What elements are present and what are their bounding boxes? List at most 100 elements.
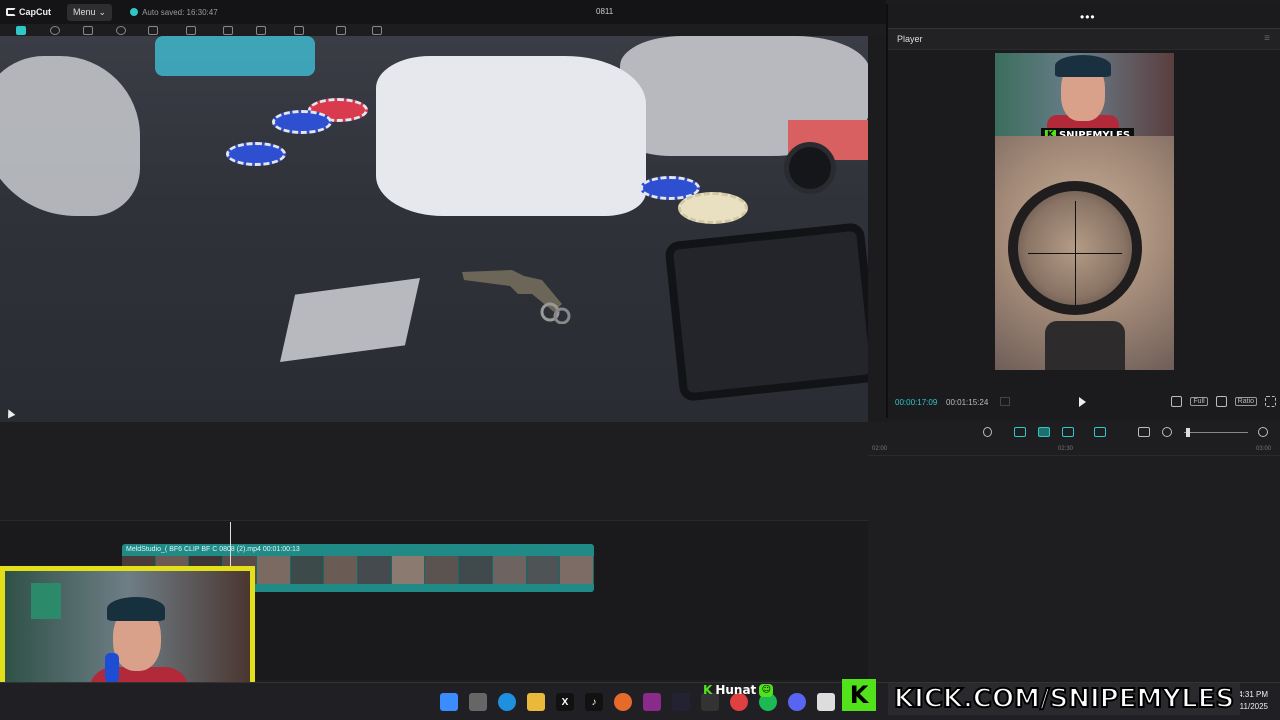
- player-controls: 00:00:17:09 00:01:15:24 Full Ratio: [888, 392, 1280, 412]
- play-icon[interactable]: [1079, 397, 1086, 407]
- fullscreen-icon[interactable]: [1265, 396, 1276, 407]
- preview-axis-icon[interactable]: [1094, 427, 1106, 437]
- chevron-down-icon: ⌄: [98, 6, 107, 17]
- crosshair-vertical: [1075, 201, 1076, 305]
- zoom-out-icon[interactable]: [1162, 427, 1172, 437]
- capcut-icon[interactable]: [817, 693, 835, 711]
- stickers-tab-icon[interactable]: [116, 26, 126, 35]
- media-toolbar: [0, 24, 886, 36]
- timeline-ruler[interactable]: 02:00 02:30 03:00: [868, 444, 1280, 456]
- clip-thumbnail: [526, 556, 561, 584]
- more-options-icon[interactable]: •••: [1080, 10, 1096, 24]
- jersey-frame: [31, 583, 61, 619]
- player-header: Player ≡: [888, 28, 1280, 50]
- plastic-bag: [280, 277, 420, 363]
- revolver-prop: [462, 270, 571, 324]
- app-topbar: CapCut Menu ⌄ Auto saved: 16:30:47 0811: [0, 0, 886, 24]
- timecode-grid-icon[interactable]: [1000, 397, 1010, 406]
- task-view-icon[interactable]: [469, 693, 487, 711]
- taskbar-apps: X ♪: [440, 693, 835, 711]
- chat-bubble-icon: ☺: [759, 683, 774, 697]
- media-tab-icon[interactable]: [16, 26, 26, 35]
- white-cloth-left: [0, 56, 140, 216]
- menu-button-label: Menu: [73, 7, 96, 17]
- autosave-text: Auto saved: 16:30:47: [142, 7, 218, 17]
- clip-thumbnail: [560, 556, 594, 584]
- meld-studio-icon[interactable]: [643, 693, 661, 711]
- timeline-toolbar: [868, 422, 1280, 442]
- main-track-magnet-icon[interactable]: [1014, 427, 1026, 437]
- ai-tab-icon[interactable]: [372, 26, 382, 35]
- autosave-status: Auto saved: 16:30:47: [130, 8, 218, 17]
- blue-cloth: [155, 36, 315, 76]
- discord-icon[interactable]: [788, 693, 806, 711]
- kick-logo-icon: K: [842, 679, 876, 711]
- zoom-slider-track[interactable]: [1184, 432, 1248, 433]
- poker-chip-cream: [678, 192, 748, 224]
- capcut-taskbar-icon[interactable]: [672, 693, 690, 711]
- cloud-check-icon: [130, 8, 139, 16]
- app-logo-text: CapCut: [19, 7, 51, 17]
- snapshot-icon[interactable]: [1215, 396, 1227, 407]
- kick-k-icon: K: [703, 683, 713, 697]
- player-panel: ••• Player ≡ K SNIPEMYLES 00:00:17:09 00…: [886, 4, 1280, 418]
- player-title: Player: [897, 34, 923, 44]
- clip-thumbnail: [290, 556, 325, 584]
- duration-timecode: 00:01:15:24: [946, 398, 989, 407]
- filters-tab-icon[interactable]: [256, 26, 266, 35]
- firefox-icon[interactable]: [614, 693, 632, 711]
- clip-thumbnail: [459, 556, 493, 584]
- poker-chip-blue: [226, 142, 286, 166]
- adjustment-tab-icon[interactable]: [294, 26, 304, 35]
- auto-snapping-icon[interactable]: [1038, 427, 1050, 437]
- x-icon[interactable]: X: [556, 693, 574, 711]
- project-title: 0811: [596, 7, 614, 16]
- screen: CapCut Menu ⌄ Auto saved: 16:30:47 0811: [0, 0, 1280, 720]
- hat-shape: [107, 597, 165, 621]
- clip-thumbnail: [425, 556, 460, 584]
- hat-shape: [1055, 55, 1111, 77]
- kick-channel-url: KICK.COM/SNIPEMYLES: [888, 683, 1241, 715]
- windows-start-icon[interactable]: [440, 693, 458, 711]
- menu-button[interactable]: Menu ⌄: [67, 3, 113, 21]
- clip-thumbnail: [358, 556, 392, 584]
- player-right-controls: Full Ratio: [1171, 396, 1276, 407]
- rifle-shape: [1045, 321, 1125, 370]
- file-explorer-icon[interactable]: [527, 693, 545, 711]
- hamburger-menu-icon[interactable]: ≡: [1264, 33, 1270, 44]
- audio-tab-icon[interactable]: [50, 26, 60, 35]
- effects-tab-icon[interactable]: [148, 26, 158, 35]
- ruler-label: 03:00: [1256, 446, 1272, 452]
- phone-prop: [664, 221, 868, 403]
- captions-tab-icon[interactable]: [223, 26, 233, 35]
- caption-toggle-icon[interactable]: [1138, 427, 1150, 437]
- microphone-shape: [105, 653, 119, 683]
- facecam-overlay: [995, 53, 1174, 139]
- full-quality-button[interactable]: Full: [1190, 397, 1208, 406]
- zoom-in-icon[interactable]: [1258, 427, 1268, 437]
- sniper-scope: [1008, 181, 1142, 315]
- white-cloth-center: [376, 56, 646, 216]
- ruler-label: 02:30: [1058, 446, 1074, 452]
- kick-follower-badge: K Hunat ☺: [703, 683, 774, 697]
- ratio-button[interactable]: Ratio: [1234, 397, 1257, 406]
- zoom-slider-handle[interactable]: [1186, 428, 1190, 437]
- microphone-icon[interactable]: [983, 427, 992, 437]
- linkage-icon[interactable]: [1062, 427, 1074, 437]
- black-round-object: [784, 142, 836, 194]
- transitions-tab-icon[interactable]: [186, 26, 196, 35]
- capcut-logo-icon: [6, 8, 16, 16]
- templates-tab-icon[interactable]: [336, 26, 346, 35]
- clip-thumbnail: [256, 556, 291, 584]
- tiktok-icon[interactable]: ♪: [585, 693, 603, 711]
- edge-icon[interactable]: [498, 693, 516, 711]
- ruler-label: 02:00: [872, 446, 888, 452]
- player-video-preview[interactable]: K SNIPEMYLES: [995, 53, 1174, 370]
- text-tab-icon[interactable]: [83, 26, 93, 35]
- current-timecode: 00:00:17:09: [895, 398, 938, 407]
- clip-label: MeldStudio_( BF6 CLIP BF C 0808 (2).mp4 …: [126, 546, 300, 553]
- poker-chip-blue: [272, 110, 332, 134]
- clip-thumbnail: [391, 556, 426, 584]
- mouse-cursor-icon: [4, 407, 16, 419]
- canvas-icon[interactable]: [1171, 396, 1183, 407]
